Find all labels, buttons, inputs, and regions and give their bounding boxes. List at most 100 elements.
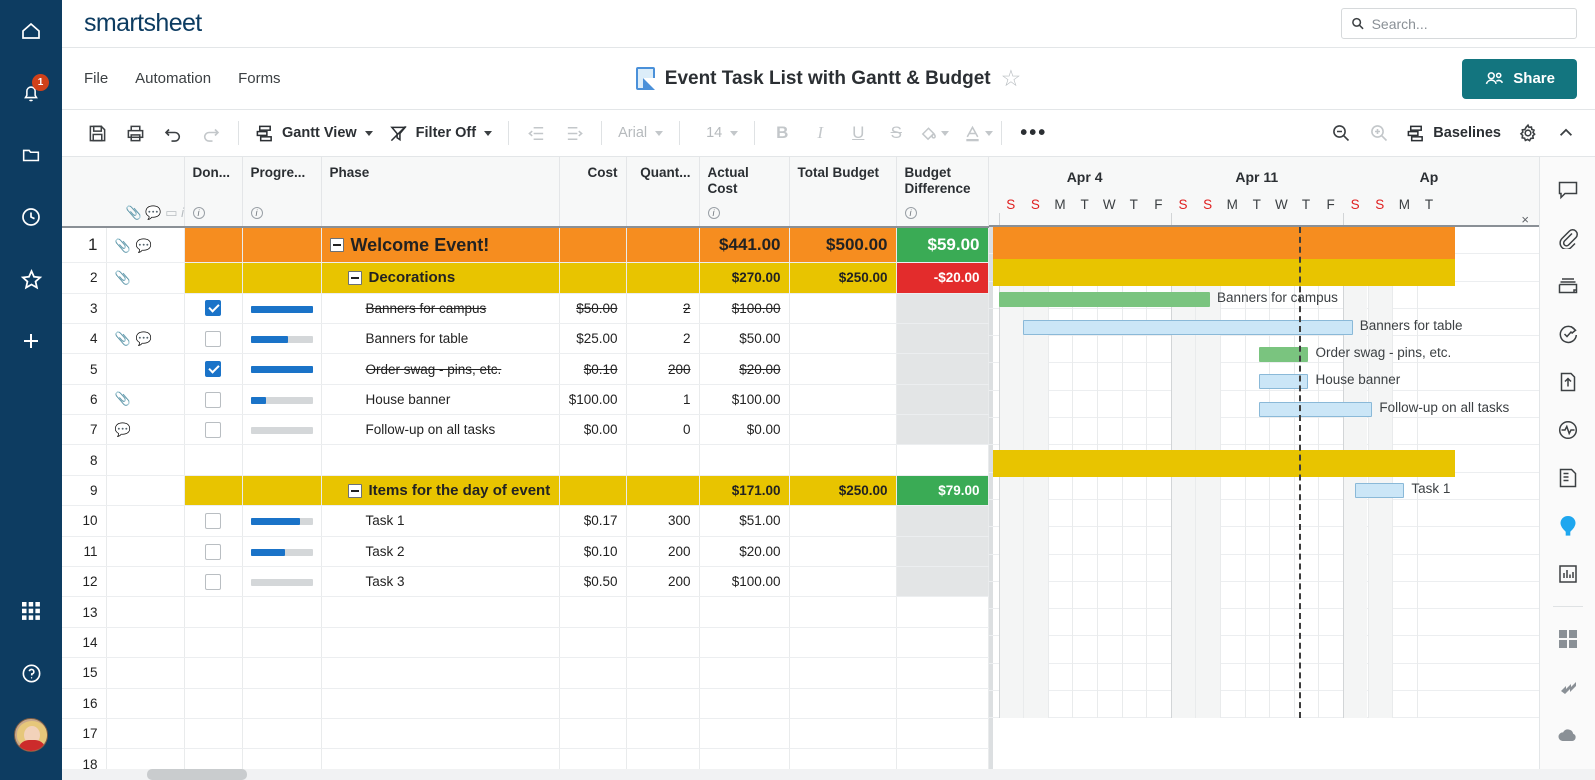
menu-item-automation[interactable]: Automation xyxy=(135,70,211,87)
table-row[interactable]: 11Task 2$0.10200$20.00 xyxy=(62,536,988,566)
done-checkbox[interactable] xyxy=(205,331,221,347)
done-cell[interactable] xyxy=(184,415,242,445)
done-cell[interactable] xyxy=(184,475,242,505)
phase-cell[interactable]: Task 1 xyxy=(321,506,559,536)
actual-cost-cell[interactable]: $50.00 xyxy=(699,323,789,353)
done-cell[interactable] xyxy=(184,536,242,566)
total-budget-cell[interactable] xyxy=(789,354,896,384)
home-icon[interactable] xyxy=(0,0,62,62)
table-row[interactable]: 14 xyxy=(62,627,988,657)
total-budget-cell[interactable] xyxy=(789,658,896,688)
done-cell[interactable] xyxy=(184,323,242,353)
done-cell[interactable] xyxy=(184,597,242,627)
table-row[interactable]: 7💬Follow-up on all tasks$0.000$0.00 xyxy=(62,415,988,445)
total-budget-cell[interactable] xyxy=(789,506,896,536)
apps-grid-icon[interactable] xyxy=(0,580,62,642)
table-row[interactable]: 16 xyxy=(62,688,988,718)
phase-cell[interactable] xyxy=(321,597,559,627)
done-cell[interactable] xyxy=(184,263,242,293)
table-row[interactable]: 10Task 1$0.17300$51.00 xyxy=(62,506,988,536)
publish-icon[interactable] xyxy=(1548,363,1588,401)
attachment-icon[interactable]: 📎 xyxy=(115,270,131,285)
quantity-cell[interactable] xyxy=(626,263,699,293)
budget-difference-cell[interactable] xyxy=(896,323,988,353)
scrollbar-thumb[interactable] xyxy=(147,769,247,780)
phase-cell[interactable]: Banners for campus xyxy=(321,293,559,323)
total-budget-cell[interactable]: $250.00 xyxy=(789,475,896,505)
quantity-cell[interactable] xyxy=(626,227,699,263)
search-input[interactable] xyxy=(1372,16,1567,32)
done-cell[interactable] xyxy=(184,445,242,475)
global-search[interactable] xyxy=(1341,8,1577,39)
budget-difference-cell[interactable] xyxy=(896,658,988,688)
quantity-cell[interactable]: 2 xyxy=(626,293,699,323)
text-color-icon[interactable] xyxy=(959,114,985,152)
conversations-icon[interactable] xyxy=(1548,171,1588,209)
budget-difference-cell[interactable] xyxy=(896,688,988,718)
actual-cost-cell[interactable] xyxy=(699,445,789,475)
help-question-icon[interactable] xyxy=(0,642,62,704)
info-icon[interactable]: i xyxy=(905,207,917,219)
gantt-bar[interactable] xyxy=(993,259,1456,286)
phase-cell[interactable]: Order swag - pins, etc. xyxy=(321,354,559,384)
phase-cell[interactable]: Task 3 xyxy=(321,567,559,597)
done-checkbox[interactable] xyxy=(205,513,221,529)
done-cell[interactable] xyxy=(184,719,242,749)
column-header-progress[interactable]: Progre... i xyxy=(242,157,321,227)
filter-selector[interactable]: Filter Off xyxy=(381,114,500,152)
done-cell[interactable] xyxy=(184,354,242,384)
cost-cell[interactable]: $0.00 xyxy=(559,415,626,445)
gantt-bar[interactable] xyxy=(993,227,1456,259)
more-options-button[interactable]: ••• xyxy=(1010,123,1057,143)
done-cell[interactable] xyxy=(184,658,242,688)
column-header-quantity[interactable]: Quant... xyxy=(626,157,699,227)
total-budget-cell[interactable] xyxy=(789,536,896,566)
actual-cost-cell[interactable]: $20.00 xyxy=(699,536,789,566)
cost-cell[interactable]: $50.00 xyxy=(559,293,626,323)
attachments-icon[interactable] xyxy=(1548,219,1588,257)
actual-cost-cell[interactable]: $20.00 xyxy=(699,354,789,384)
total-budget-cell[interactable]: $500.00 xyxy=(789,227,896,263)
table-row[interactable]: 2📎Decorations$270.00$250.00-$20.00 xyxy=(62,263,988,293)
phase-cell[interactable]: Follow-up on all tasks xyxy=(321,415,559,445)
total-budget-cell[interactable] xyxy=(789,445,896,475)
column-header-total-budget[interactable]: Total Budget xyxy=(789,157,896,227)
cost-cell[interactable] xyxy=(559,688,626,718)
gantt-bar[interactable] xyxy=(1023,320,1353,335)
phase-cell[interactable] xyxy=(321,688,559,718)
zoom-in-icon[interactable] xyxy=(1360,114,1398,152)
budget-difference-cell[interactable] xyxy=(896,415,988,445)
done-cell[interactable] xyxy=(184,293,242,323)
done-cell[interactable] xyxy=(184,688,242,718)
summary-icon[interactable] xyxy=(1548,459,1588,497)
baselines-button[interactable]: Baselines xyxy=(1398,114,1509,152)
fill-color-icon[interactable] xyxy=(915,114,941,152)
actual-cost-cell[interactable] xyxy=(699,658,789,688)
underline-button[interactable]: U xyxy=(839,123,877,143)
phase-cell[interactable]: Items for the day of event xyxy=(321,475,559,505)
gantt-bar[interactable] xyxy=(993,450,1456,477)
indent-icon[interactable] xyxy=(555,114,593,152)
collapse-toggle-icon[interactable] xyxy=(348,271,362,285)
outdent-icon[interactable] xyxy=(517,114,555,152)
apps-grid-icon[interactable] xyxy=(1548,620,1588,658)
budget-difference-cell[interactable]: -$20.00 xyxy=(896,263,988,293)
actual-cost-cell[interactable]: $0.00 xyxy=(699,415,789,445)
activity-log-icon[interactable] xyxy=(1548,411,1588,449)
table-row[interactable]: 15 xyxy=(62,658,988,688)
phase-cell[interactable]: Banners for table xyxy=(321,323,559,353)
info-icon[interactable]: i xyxy=(251,207,263,219)
actual-cost-cell[interactable]: $100.00 xyxy=(699,567,789,597)
done-checkbox[interactable] xyxy=(205,361,221,377)
actual-cost-cell[interactable]: $270.00 xyxy=(699,263,789,293)
update-requests-icon[interactable] xyxy=(1548,315,1588,353)
menu-item-forms[interactable]: Forms xyxy=(238,70,281,87)
cost-cell[interactable] xyxy=(559,627,626,657)
quantity-cell[interactable] xyxy=(626,627,699,657)
font-size-selector[interactable]: 14 xyxy=(688,114,746,152)
done-checkbox[interactable] xyxy=(205,392,221,408)
chevron-down-icon[interactable] xyxy=(941,131,949,136)
quantity-cell[interactable] xyxy=(626,658,699,688)
phase-cell[interactable] xyxy=(321,719,559,749)
quantity-cell[interactable] xyxy=(626,719,699,749)
